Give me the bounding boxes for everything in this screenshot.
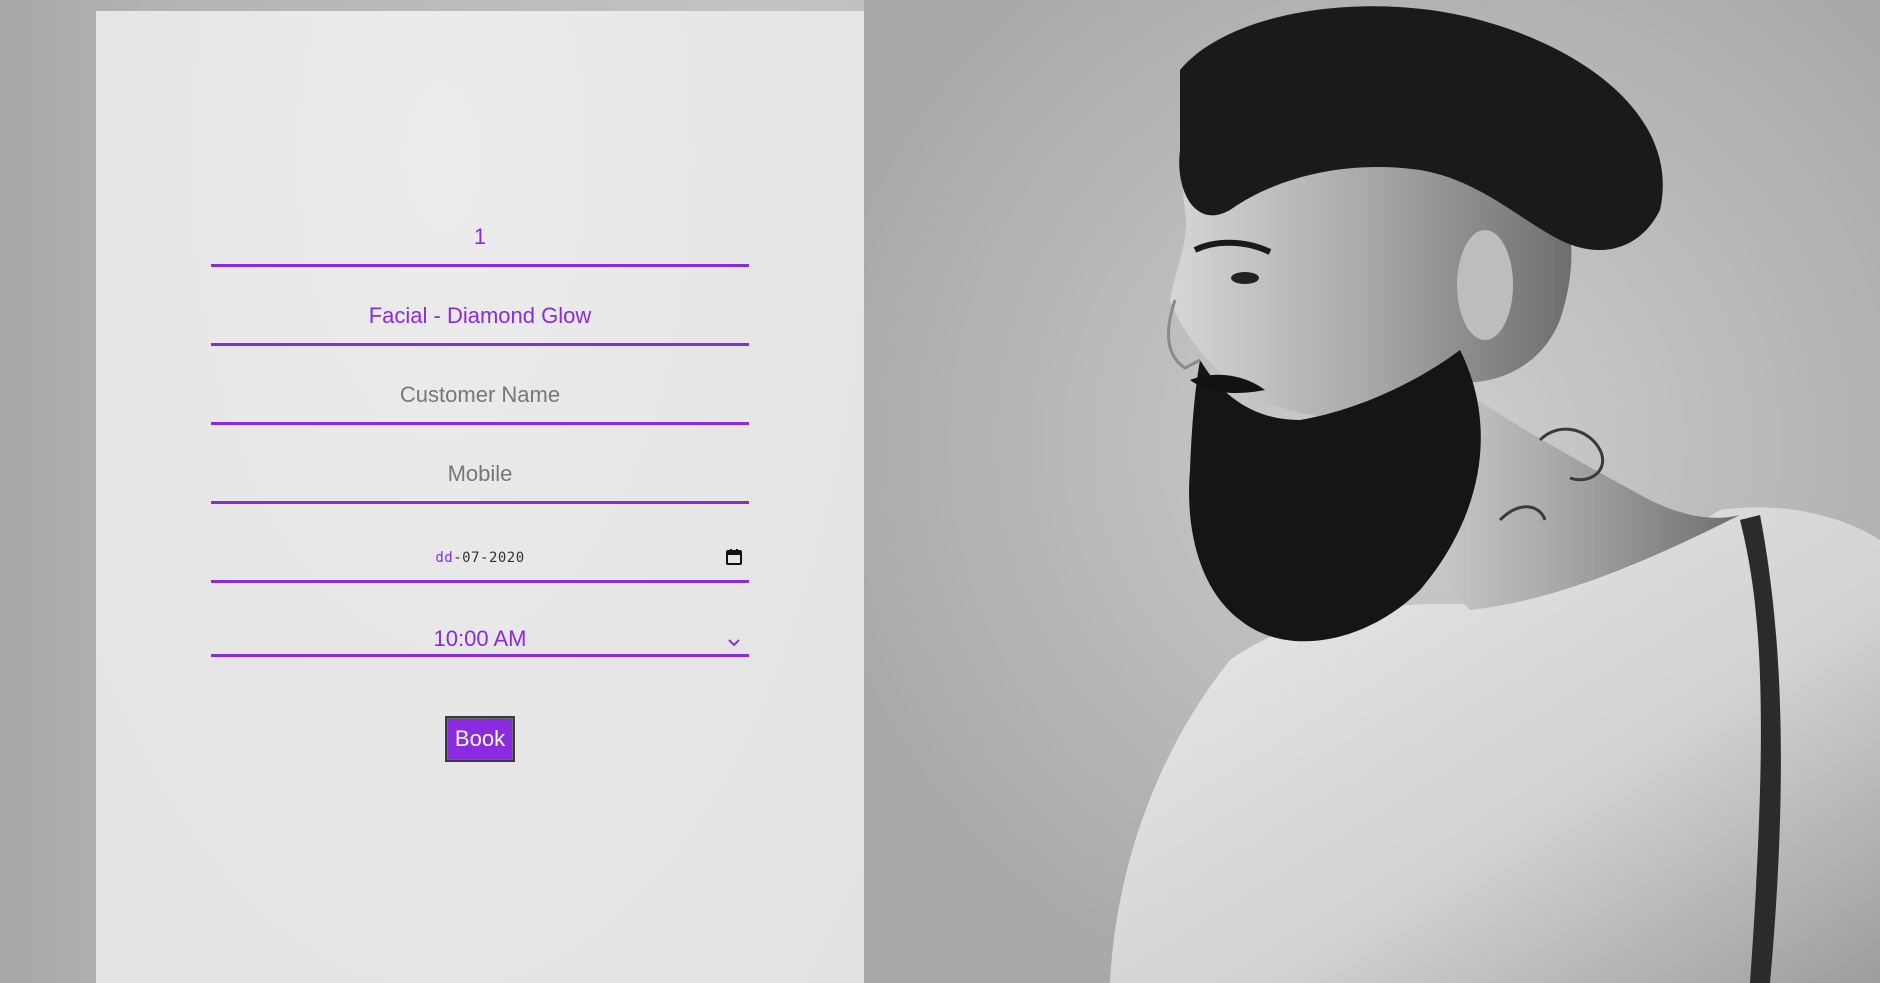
time-select-value[interactable]: 10:00 AM <box>211 626 749 652</box>
mobile-field[interactable] <box>211 444 749 504</box>
date-day[interactable]: dd <box>435 550 453 566</box>
date-month[interactable]: 07 <box>462 550 480 566</box>
chevron-down-icon[interactable] <box>725 633 743 651</box>
date-separator: - <box>453 550 463 566</box>
quantity-input[interactable] <box>211 224 749 250</box>
date-field[interactable]: dd-07-2020 <box>211 523 749 583</box>
date-year[interactable]: 2020 <box>489 550 525 566</box>
book-button[interactable]: Book <box>445 716 515 762</box>
date-input[interactable]: dd-07-2020 <box>211 550 749 566</box>
quantity-field[interactable] <box>211 207 749 267</box>
customer-name-field[interactable] <box>211 365 749 425</box>
customer-name-input[interactable] <box>211 382 749 408</box>
mobile-input[interactable] <box>211 461 749 487</box>
time-select[interactable]: 10:00 AM <box>211 602 749 657</box>
booking-panel: dd-07-2020 10:00 AM Book <box>96 11 864 983</box>
calendar-icon[interactable] <box>725 548 743 566</box>
booking-form: dd-07-2020 10:00 AM <box>211 207 749 676</box>
service-input[interactable] <box>211 303 749 329</box>
service-field[interactable] <box>211 286 749 346</box>
date-separator: - <box>480 550 489 566</box>
